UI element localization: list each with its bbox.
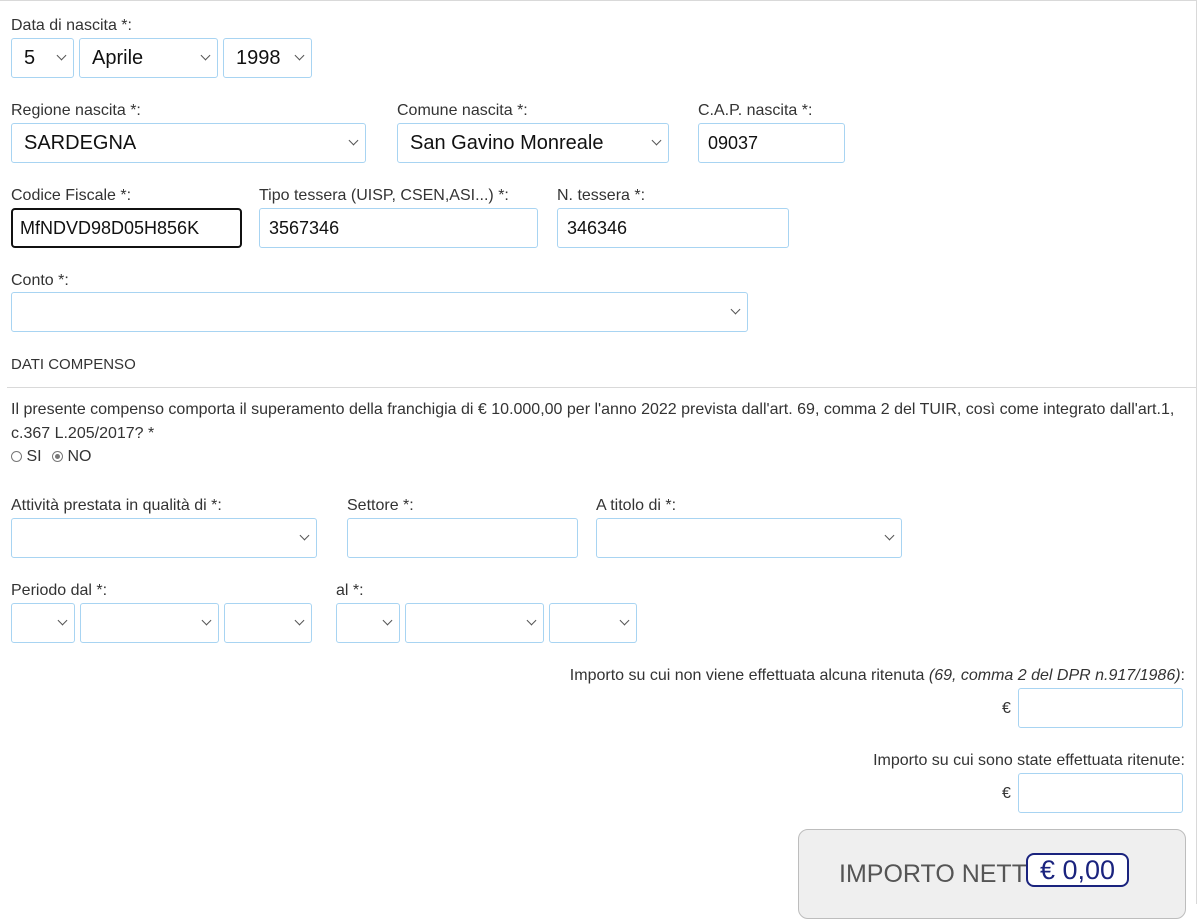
periodo-al-label: al *: — [336, 582, 364, 599]
chevron-down-icon — [730, 304, 741, 315]
chevron-down-icon — [651, 135, 662, 146]
titolo-label: A titolo di *: — [596, 497, 677, 514]
importo-netto-label: IMPORTO NETTO: — [839, 860, 1053, 888]
chevron-down-icon — [294, 50, 305, 61]
tipo-tessera-label: Tipo tessera (UISP, CSEN,ASI...) *: — [259, 187, 509, 204]
radio-no[interactable] — [52, 451, 64, 462]
settore-input[interactable] — [347, 518, 578, 558]
importo-netto-box: IMPORTO NETTO: € 0,00 — [798, 829, 1186, 919]
chevron-down-icon — [201, 615, 212, 626]
importo-netto-value: € 0,00 — [1026, 853, 1130, 887]
no-ritenuta-note: (69, comma 2 del DPR n.917/1986) — [928, 667, 1181, 684]
settore-label: Settore *: — [347, 497, 414, 514]
chevron-down-icon — [526, 615, 537, 626]
attivita-select[interactable] — [11, 518, 317, 558]
codice-fiscale-label: Codice Fiscale *: — [11, 187, 132, 204]
radio-no-label: NO — [67, 448, 92, 465]
currency-symbol: € — [1002, 785, 1011, 802]
ritenute-input[interactable] — [1018, 773, 1183, 813]
birth-region-value: SARDEGNA — [24, 132, 137, 154]
no-ritenuta-label-text: Importo su cui non viene effettuata alcu… — [569, 667, 925, 684]
franchigia-radio-group: SI NO — [11, 447, 1191, 467]
franchigia-question: Il presente compenso comporta il superam… — [11, 398, 1191, 467]
periodo-al-year-select[interactable] — [549, 603, 637, 643]
section-title: DATI COMPENSO — [11, 356, 136, 373]
birth-comune-label: Comune nascita *: — [397, 102, 528, 119]
chevron-down-icon — [57, 615, 68, 626]
birth-year-value: 1998 — [236, 47, 281, 69]
currency-symbol: € — [1002, 700, 1011, 717]
chevron-down-icon — [294, 615, 305, 626]
conto-select[interactable] — [11, 292, 748, 332]
chevron-down-icon — [382, 615, 393, 626]
birth-date-label: Data di nascita *: — [11, 17, 132, 34]
birth-region-select[interactable]: SARDEGNA — [11, 123, 366, 163]
birth-month-value: Aprile — [92, 47, 144, 69]
conto-label: Conto *: — [11, 272, 69, 289]
periodo-dal-label: Periodo dal *: — [11, 582, 108, 599]
chevron-down-icon — [299, 530, 310, 541]
no-ritenuta-colon: : — [1180, 667, 1185, 684]
birth-month-select[interactable]: Aprile — [79, 38, 218, 78]
radio-si[interactable] — [11, 451, 22, 462]
ritenute-label: Importo su cui sono state effettuata rit… — [873, 752, 1185, 769]
birth-comune-select[interactable]: San Gavino Monreale — [397, 123, 669, 163]
franchigia-question-text: Il presente compenso comporta il superam… — [11, 401, 1175, 442]
chevron-down-icon — [619, 615, 630, 626]
top-divider — [0, 0, 1196, 1]
n-tessera-label: N. tessera *: — [557, 187, 646, 204]
periodo-dal-month-select[interactable] — [80, 603, 219, 643]
section-divider — [7, 387, 1196, 388]
titolo-select[interactable] — [596, 518, 902, 558]
no-ritenuta-input[interactable] — [1018, 688, 1183, 728]
no-ritenuta-label: Importo su cui non viene effettuata alcu… — [570, 666, 1185, 686]
birth-cap-input[interactable]: 09037 — [698, 123, 845, 163]
tipo-tessera-input[interactable]: 3567346 — [259, 208, 538, 248]
chevron-down-icon — [348, 135, 359, 146]
birth-year-select[interactable]: 1998 — [223, 38, 312, 78]
n-tessera-input[interactable]: 346346 — [557, 208, 789, 248]
birth-day-value: 5 — [24, 47, 36, 69]
birth-comune-value: San Gavino Monreale — [410, 132, 604, 154]
periodo-dal-day-select[interactable] — [11, 603, 75, 643]
birth-region-label: Regione nascita *: — [11, 102, 141, 119]
birth-day-select[interactable]: 5 — [11, 38, 74, 78]
birth-cap-label: C.A.P. nascita *: — [698, 102, 813, 119]
chevron-down-icon — [884, 530, 895, 541]
chevron-down-icon — [200, 50, 211, 61]
attivita-label: Attività prestata in qualità di *: — [11, 497, 222, 514]
codice-fiscale-input[interactable]: MfNDVD98D05H856K — [11, 208, 242, 248]
periodo-al-day-select[interactable] — [336, 603, 400, 643]
periodo-dal-year-select[interactable] — [224, 603, 312, 643]
radio-si-label: SI — [26, 448, 42, 465]
periodo-al-month-select[interactable] — [405, 603, 544, 643]
right-border — [1196, 0, 1197, 904]
chevron-down-icon — [56, 50, 67, 61]
